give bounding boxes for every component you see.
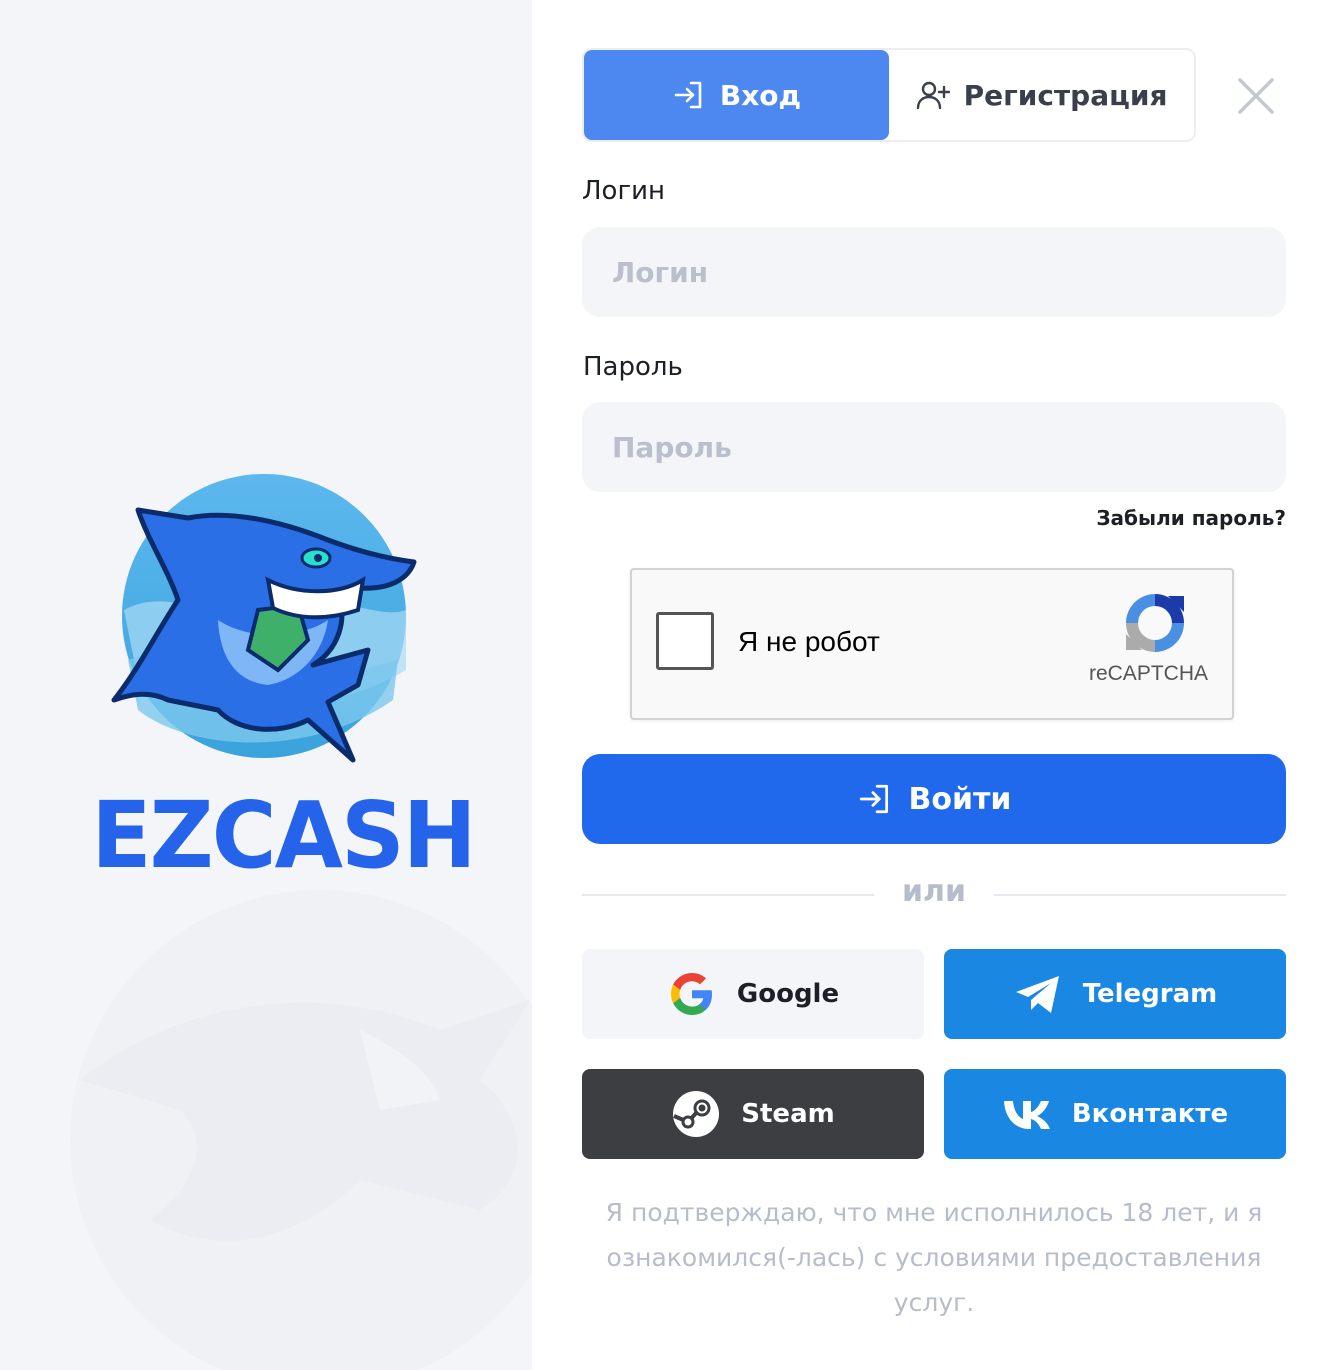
submit-login-button[interactable]: Войти (582, 754, 1286, 844)
vk-login-button[interactable]: Вконтакте (944, 1069, 1286, 1159)
recaptcha-logo-icon (1126, 594, 1184, 652)
tab-register-label: Регистрация (963, 78, 1168, 112)
login-label: Логин (582, 176, 666, 206)
divider-or-label: или (901, 874, 966, 909)
add-user-icon (916, 81, 950, 110)
login-arrow-icon (859, 784, 888, 814)
vk-login-label: Вконтакте (1071, 1099, 1229, 1129)
tab-login[interactable]: Вход (584, 50, 889, 140)
shark-logo-icon (111, 474, 417, 763)
steam-login-button[interactable]: Steam (582, 1069, 924, 1159)
telegram-icon (1015, 976, 1059, 1013)
password-input[interactable] (582, 402, 1286, 492)
recaptcha-checkbox-label: Я не робот (738, 626, 880, 657)
recaptcha-checkbox[interactable] (656, 612, 714, 670)
google-login-button[interactable]: Google (582, 949, 924, 1039)
telegram-login-button[interactable]: Telegram (944, 949, 1286, 1039)
tab-register[interactable]: Регистрация (889, 50, 1194, 140)
recaptcha-widget: Я не робот reCAPTCHA (630, 568, 1234, 720)
telegram-login-label: Telegram (1082, 979, 1218, 1009)
steam-login-label: Steam (741, 1099, 835, 1129)
recaptcha-brand: reCAPTCHA (1088, 662, 1208, 685)
submit-login-label: Войти (908, 781, 1012, 817)
password-label: Пароль (583, 352, 683, 382)
terms-notice: Я подтверждаю, что мне исполнилось 18 ле… (605, 1198, 1263, 1317)
steam-icon (673, 1091, 720, 1137)
background-shark-watermark (70, 890, 532, 1370)
vk-icon (1003, 1101, 1050, 1129)
tab-login-label: Вход (719, 78, 802, 112)
divider-line-right (994, 894, 1286, 896)
login-arrow-icon (674, 81, 702, 109)
auth-tabs: Вход Регистрация (582, 48, 1196, 142)
google-login-label: Google (736, 979, 840, 1009)
close-icon[interactable] (1234, 74, 1278, 118)
brand-panel: EZCASH (0, 0, 532, 1370)
forgot-password-link[interactable]: Забыли пароль? (1096, 506, 1286, 530)
divider-line-left (582, 894, 874, 896)
google-icon (670, 973, 712, 1015)
login-input[interactable] (582, 227, 1286, 317)
brand-logo-text: EZCASH (91, 782, 476, 889)
